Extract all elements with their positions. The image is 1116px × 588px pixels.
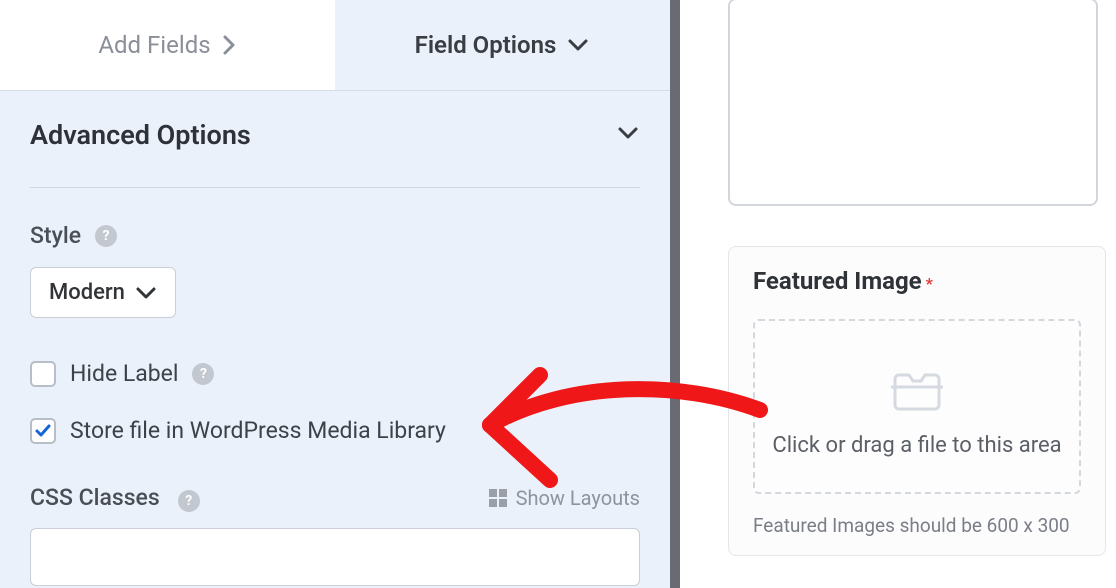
store-media-library-text: Store file in WordPress Media Library (70, 417, 446, 444)
upload-icon (889, 363, 945, 411)
required-asterisk: * (926, 274, 933, 293)
css-classes-input[interactable] (30, 528, 640, 586)
show-layouts-label: Show Layouts (516, 486, 640, 510)
chevron-down-icon (616, 125, 640, 145)
chevron-right-icon (221, 33, 237, 57)
style-select[interactable]: Modern (30, 267, 176, 318)
store-media-library-checkbox[interactable] (30, 418, 56, 444)
file-upload-dropzone[interactable]: Click or drag a file to this area (753, 319, 1081, 494)
css-classes-label: CSS Classes (30, 484, 160, 511)
advanced-options-title: Advanced Options (30, 119, 251, 151)
hide-label-checkbox[interactable] (30, 361, 56, 387)
chevron-down-icon (135, 286, 157, 300)
tab-add-fields-label: Add Fields (98, 31, 210, 59)
featured-image-hint: Featured Images should be 600 x 300 (753, 514, 1081, 537)
dropzone-text: Click or drag a file to this area (765, 433, 1069, 458)
preview-field-box[interactable] (728, 0, 1098, 206)
hide-label-text: Hide Label (70, 360, 178, 387)
field-options-panel: Add Fields Field Options Advanced Option… (0, 0, 680, 588)
form-preview-panel: Featured Image* Click or drag a file to … (680, 0, 1116, 588)
tab-add-fields[interactable]: Add Fields (0, 0, 335, 90)
chevron-down-icon (566, 37, 590, 53)
builder-tabs: Add Fields Field Options (0, 0, 670, 91)
help-icon[interactable]: ? (178, 490, 200, 512)
style-select-value: Modern (49, 280, 125, 305)
featured-image-label: Featured Image (753, 267, 922, 295)
tab-field-options[interactable]: Field Options (335, 0, 670, 90)
featured-image-field: Featured Image* Click or drag a file to … (728, 246, 1106, 556)
advanced-options-header[interactable]: Advanced Options (30, 119, 640, 188)
show-layouts-button[interactable]: Show Layouts (488, 486, 640, 510)
style-label: Style (30, 222, 81, 249)
grid-icon (488, 488, 508, 508)
tab-field-options-label: Field Options (415, 31, 557, 59)
help-icon[interactable]: ? (95, 225, 117, 247)
help-icon[interactable]: ? (192, 363, 214, 385)
